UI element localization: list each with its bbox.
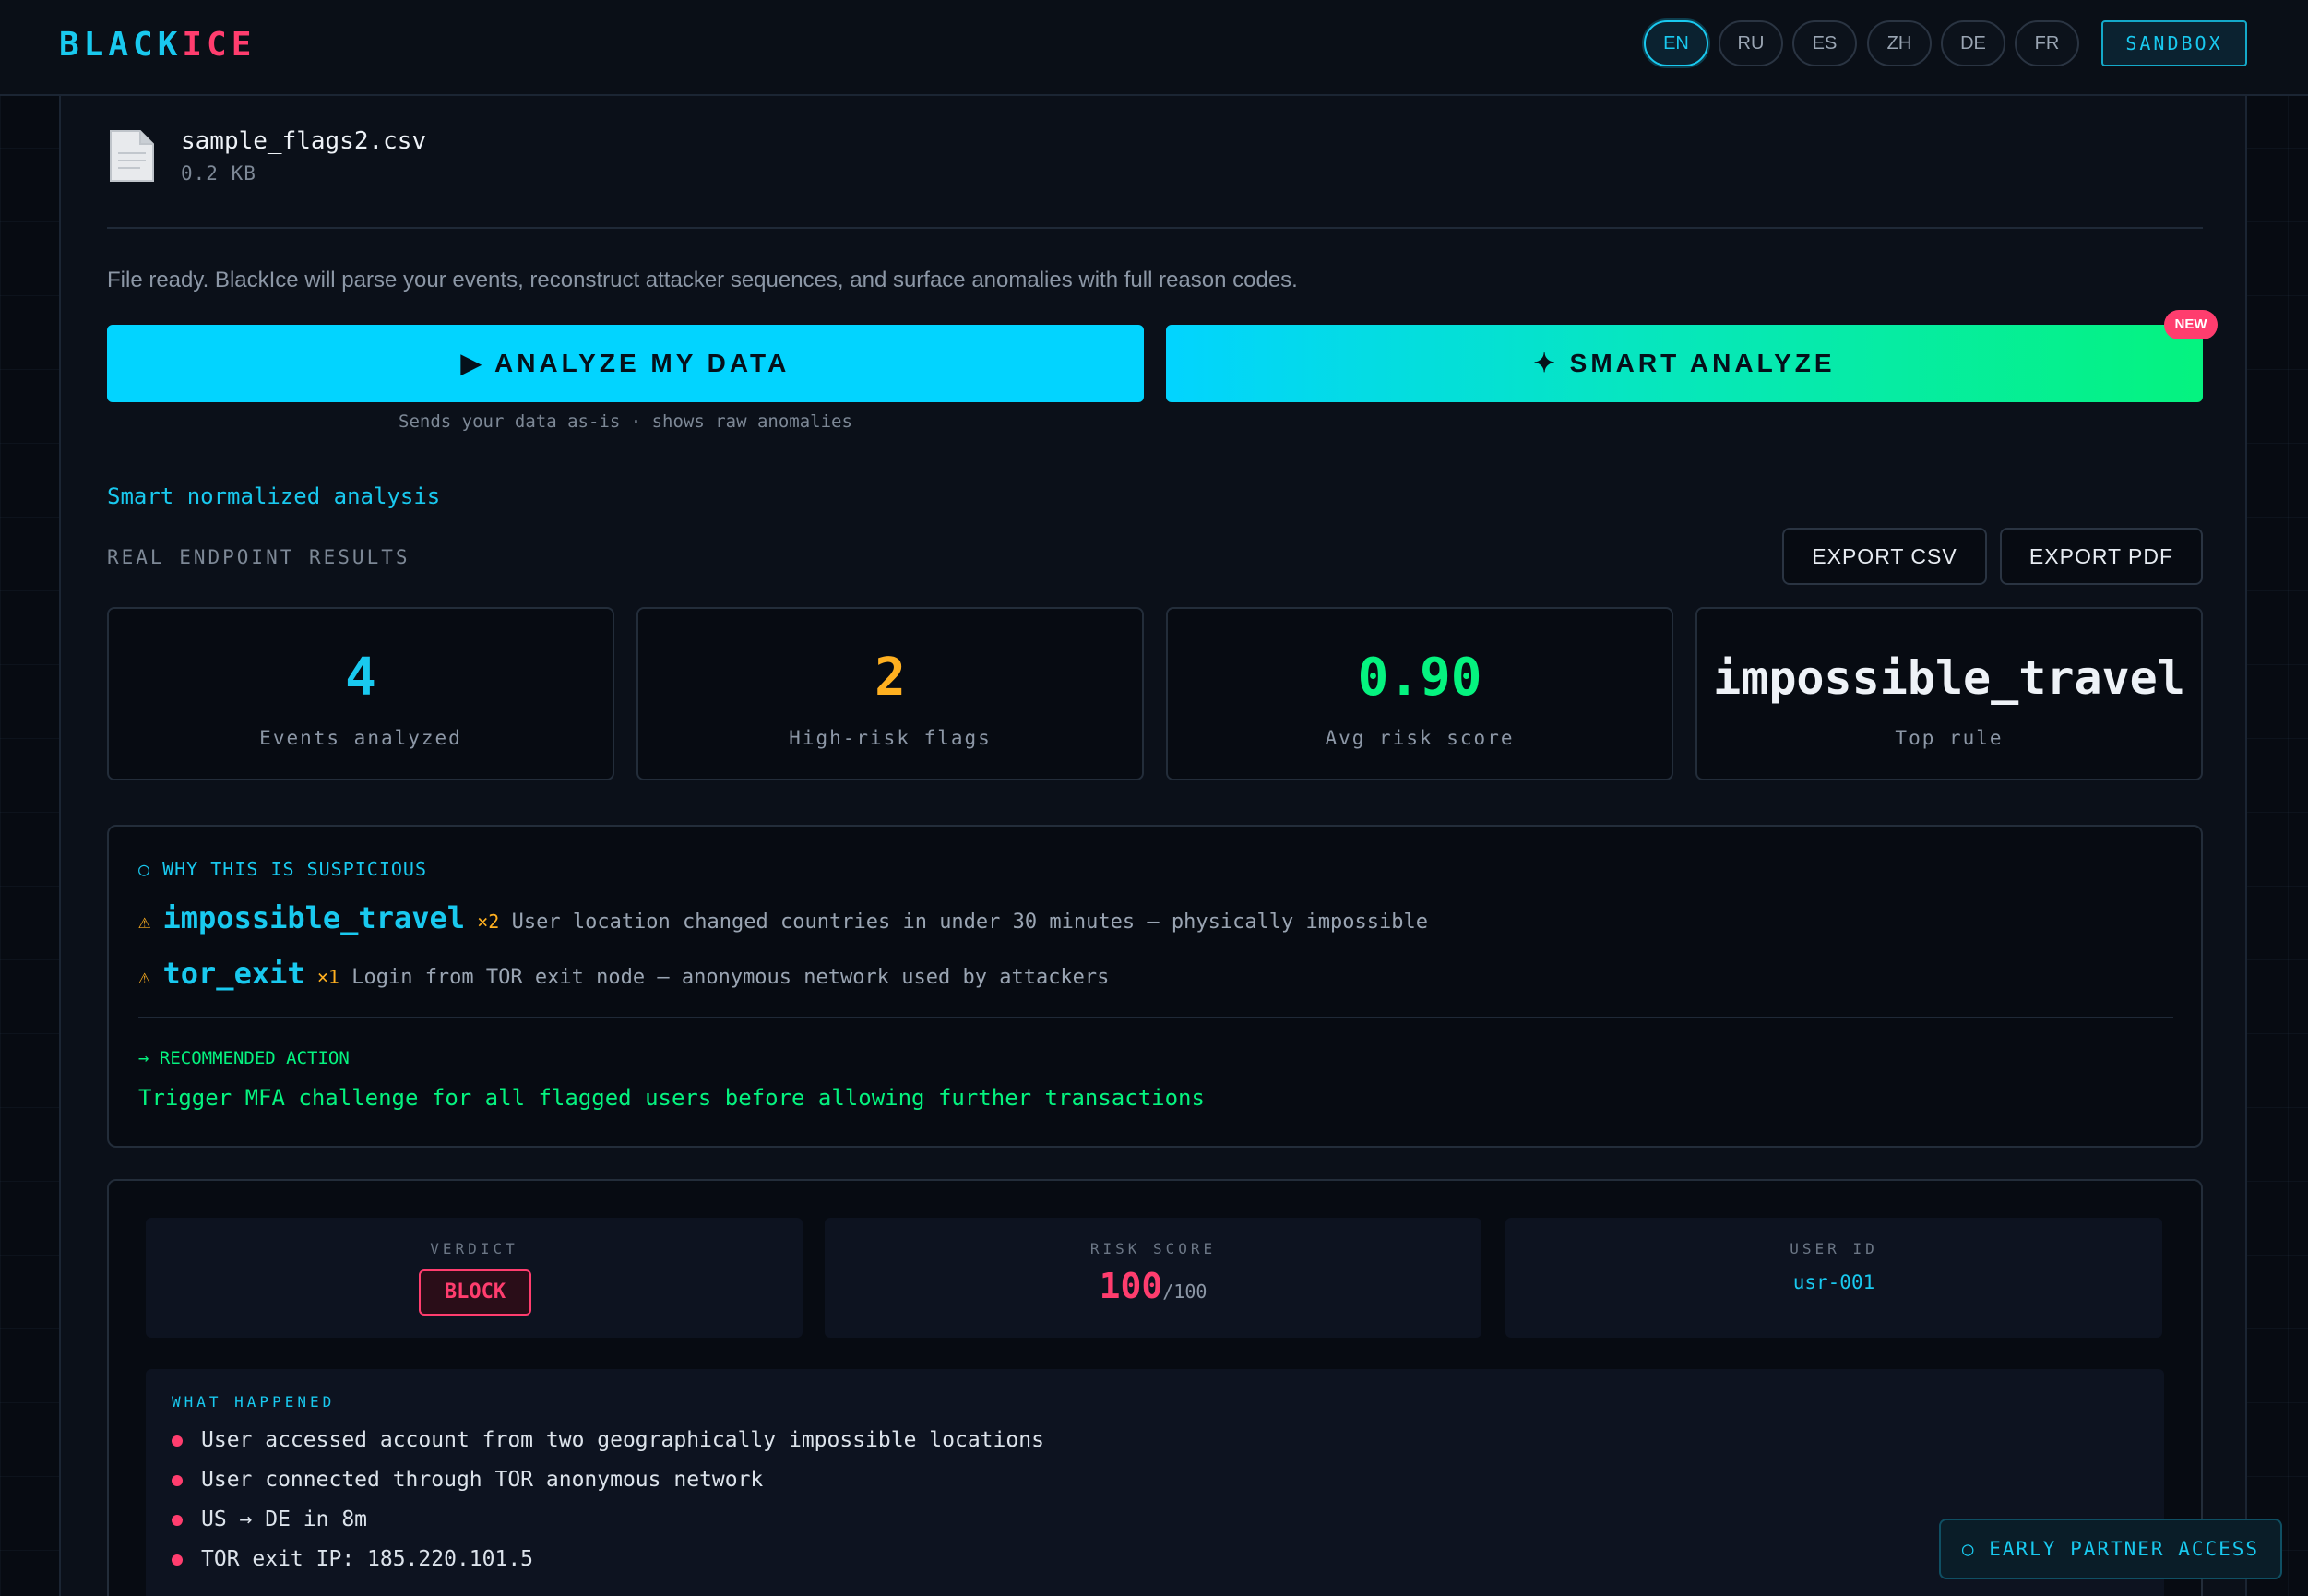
reason-text: Login from TOR exit node — anonymous net… — [351, 966, 1110, 989]
stat-card-avg-risk: 0.90 Avg risk score — [1166, 607, 1673, 780]
logo[interactable]: BLACKICE — [59, 26, 256, 64]
warning-icon: ⚠ — [138, 911, 151, 934]
divider — [138, 1017, 2173, 1018]
lang-de-button[interactable]: DE — [1941, 20, 2005, 66]
risk-score-value: 100 — [1099, 1266, 1163, 1306]
warning-icon: ⚠ — [138, 966, 151, 989]
stat-value: 0.90 — [1357, 648, 1482, 708]
risk-score-cell: RISK SCORE 100/100 — [825, 1218, 1481, 1338]
reason-text: User location changed countries in under… — [511, 911, 1428, 934]
bullet-icon — [172, 1514, 183, 1526]
stat-label: High-risk flags — [789, 727, 992, 749]
lang-zh-button[interactable]: ZH — [1867, 20, 1932, 66]
file-name: sample_flags2.csv — [181, 127, 427, 155]
reason-row: ⚠ tor_exit ×1 Login from TOR exit node —… — [138, 956, 1109, 991]
event-detail-card: VERDICT BLOCK RISK SCORE 100/100 USER ID… — [107, 1179, 2203, 1596]
analyze-my-data-button[interactable]: ▶ ANALYZE MY DATA — [107, 325, 1144, 402]
risk-score-label: RISK SCORE — [1089, 1240, 1217, 1257]
main-panel: sample_flags2.csv 0.2 KB File ready. Bla… — [59, 96, 2247, 1596]
lang-es-button[interactable]: ES — [1792, 20, 1857, 66]
bullet-icon — [172, 1554, 183, 1566]
divider — [107, 227, 2203, 229]
export-csv-button[interactable]: EXPORT CSV — [1782, 528, 1987, 585]
file-size: 0.2 KB — [181, 162, 256, 185]
recommended-action-label: → RECOMMENDED ACTION — [138, 1048, 350, 1068]
stat-label: Events analyzed — [259, 727, 462, 749]
stat-value: 2 — [874, 648, 906, 708]
risk-score: 100/100 — [825, 1266, 1481, 1306]
what-happened-label: WHAT HAPPENED — [172, 1393, 336, 1411]
stat-card-top-rule: impossible_travel Top rule — [1695, 607, 2203, 780]
why-title: ○ WHY THIS IS SUSPICIOUS — [138, 858, 427, 880]
lang-en-button[interactable]: EN — [1644, 20, 1708, 66]
verdict-cell: VERDICT BLOCK — [146, 1218, 803, 1338]
stat-label: Top rule — [1895, 727, 2004, 749]
lang-fr-button[interactable]: FR — [2015, 20, 2079, 66]
recommended-action-text: Trigger MFA challenge for all flagged us… — [138, 1085, 1205, 1111]
bullet-icon — [172, 1435, 183, 1447]
verdict-label: VERDICT — [430, 1240, 518, 1257]
user-id-label: USER ID — [1790, 1240, 1878, 1257]
smart-analysis-link[interactable]: Smart normalized analysis — [107, 483, 440, 509]
list-item: TOR exit IP: 185.220.101.5 — [172, 1547, 533, 1571]
list-item-text: US → DE in 8m — [201, 1507, 368, 1531]
reason-count: ×1 — [316, 966, 339, 988]
results-label: REAL ENDPOINT RESULTS — [107, 546, 410, 568]
logo-black: BLACK — [59, 26, 183, 64]
document-icon — [110, 130, 154, 182]
early-partner-access-button[interactable]: ○ EARLY PARTNER ACCESS — [1939, 1519, 2282, 1579]
stat-card-events: 4 Events analyzed — [107, 607, 614, 780]
user-id-value[interactable]: usr-001 — [1505, 1271, 2162, 1293]
top-bar: BLACKICE EN RU ES ZH DE FR SANDBOX — [0, 0, 2308, 96]
logo-ice: ICE — [182, 26, 256, 64]
sandbox-button[interactable]: SANDBOX — [2101, 20, 2247, 66]
analyze-note: Sends your data as-is · shows raw anomal… — [399, 411, 852, 432]
stat-value: impossible_travel — [1713, 651, 2185, 705]
reason-row: ⚠ impossible_travel ×2 User location cha… — [138, 900, 1428, 935]
list-item-text: User connected through TOR anonymous net… — [201, 1468, 764, 1492]
stat-value: 4 — [345, 648, 376, 708]
reason-count: ×2 — [477, 911, 500, 933]
list-item-text: TOR exit IP: 185.220.101.5 — [201, 1547, 534, 1571]
why-suspicious-panel: ○ WHY THIS IS SUSPICIOUS ⚠ impossible_tr… — [107, 825, 2203, 1148]
list-item: User connected through TOR anonymous net… — [172, 1468, 763, 1492]
export-pdf-button[interactable]: EXPORT PDF — [2000, 528, 2203, 585]
list-item: US → DE in 8m — [172, 1507, 367, 1531]
user-id-cell: USER ID usr-001 — [1505, 1218, 2162, 1338]
lang-ru-button[interactable]: RU — [1719, 20, 1783, 66]
new-badge: NEW — [2164, 310, 2218, 339]
verdict-badge: BLOCK — [419, 1269, 531, 1316]
reason-rule: impossible_travel — [162, 900, 466, 935]
stat-label: Avg risk score — [1325, 727, 1515, 749]
reason-rule: tor_exit — [162, 956, 305, 991]
list-item-text: User accessed account from two geographi… — [201, 1428, 1044, 1452]
stat-card-high-risk: 2 High-risk flags — [636, 607, 1144, 780]
what-happened-panel: WHAT HAPPENED User accessed account from… — [146, 1369, 2164, 1596]
intro-text: File ready. BlackIce will parse your eve… — [107, 268, 1298, 292]
list-item: User accessed account from two geographi… — [172, 1428, 1044, 1452]
bullet-icon — [172, 1474, 183, 1486]
risk-score-max: /100 — [1162, 1280, 1208, 1303]
smart-analyze-button[interactable]: ✦ SMART ANALYZE — [1166, 325, 2203, 402]
